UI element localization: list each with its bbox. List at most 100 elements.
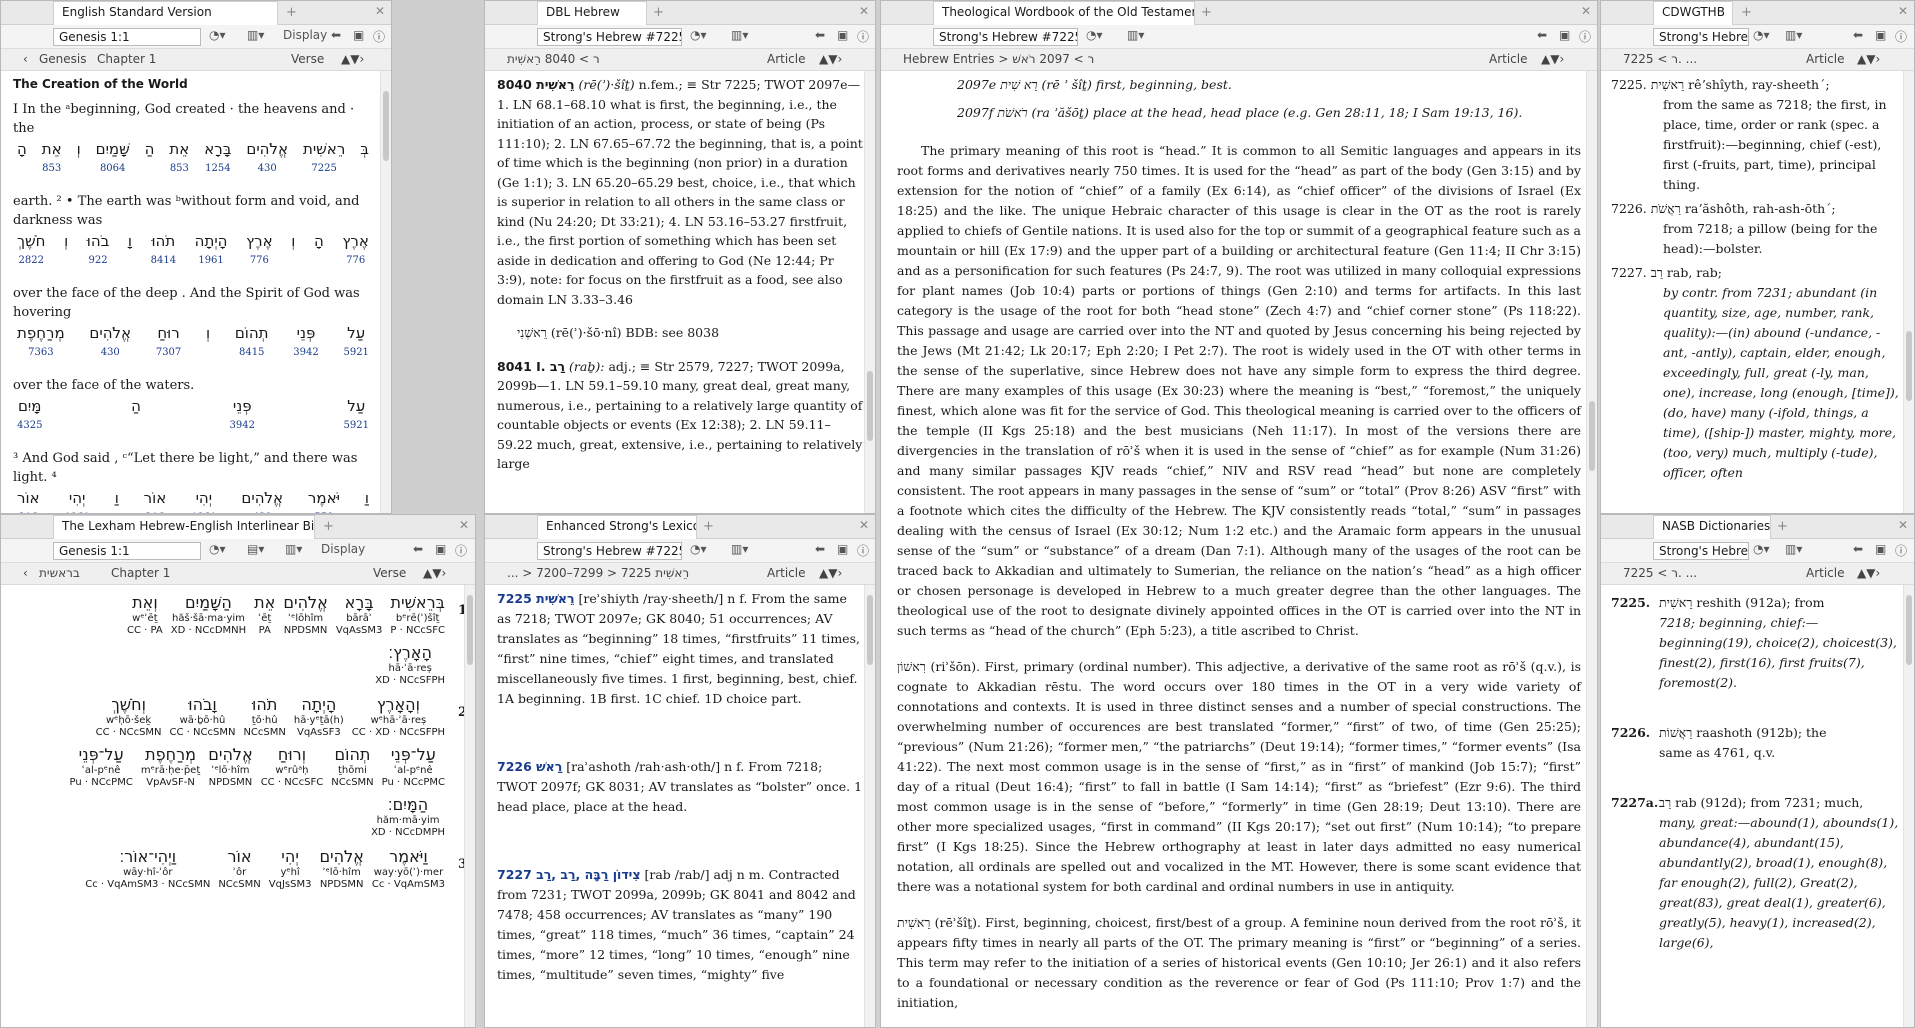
nasb-tab[interactable]: NASB Dictionaries <box>1653 515 1771 539</box>
interlinear-word[interactable]: וְחֹשֶׁךְ wᵉḥō·šeḵ CC · NCcSMN <box>96 695 162 739</box>
nav-mode[interactable]: Article <box>1489 52 1528 66</box>
nav-path[interactable]: ר > 8040 רֵאשִׁית <box>507 52 600 66</box>
strongs-number[interactable]: 2822 <box>17 251 45 270</box>
strongs-number[interactable]: 1961 <box>64 508 89 513</box>
interlinear-word[interactable]: אֵת ʾēṯ PA <box>254 593 275 637</box>
scrollbar[interactable] <box>380 71 391 513</box>
scrollbar[interactable] <box>1903 71 1914 513</box>
nasb-reference-input[interactable]: Strong's Hebrew #72 <box>1653 542 1749 560</box>
visual-filters-icon[interactable]: ◔▾ <box>1753 542 1770 556</box>
strongs-number[interactable]: 5921 <box>343 343 368 362</box>
esv-hebrew-word[interactable]: אֱלֹהִים430 <box>89 324 131 362</box>
esv-hebrew-word[interactable]: הָ <box>17 140 27 178</box>
strongs-number[interactable]: 1961 <box>195 251 228 270</box>
close-icon[interactable]: ✕ <box>1581 4 1591 18</box>
add-tab-icon[interactable]: + <box>703 519 714 534</box>
interlinear-word[interactable]: אוֹר ʾôr NCcSMN <box>218 847 260 891</box>
esv-hebrew-word[interactable]: אֱלֹהִים430 <box>241 489 283 513</box>
scrollbar[interactable] <box>1903 585 1914 1027</box>
esv-hebrew-word[interactable]: אֱלֹהִים430 <box>246 140 288 178</box>
info-icon[interactable]: ⓘ <box>1895 28 1907 45</box>
add-tab-icon[interactable]: + <box>1201 5 1212 20</box>
esv-hebrew-word[interactable]: וְ <box>64 232 68 270</box>
esv-hebrew-word[interactable]: יְהִי1961 <box>64 489 89 513</box>
parallel-icon[interactable]: ▥▾ <box>731 28 748 42</box>
nav-arrow-icon[interactable]: ‹ <box>23 566 28 580</box>
panel-menu-icon[interactable]: ▣ <box>1875 542 1886 556</box>
interlinear-word[interactable]: וְרוּחַ wᵉrûᵃḥ CC · NCcSFC <box>261 745 324 789</box>
interlinear-word[interactable]: אֱלֹהִים ʾᵉlōhîm NPDSMN <box>283 593 327 637</box>
esv-hebrew-word[interactable]: אוֹר216 <box>17 489 40 513</box>
add-tab-icon[interactable]: + <box>286 5 297 20</box>
strongs-number[interactable]: 7307 <box>156 343 181 362</box>
interlinear-word[interactable]: אֱלֹהִים ʾᵉlō·hîm NPDSMN <box>208 745 252 789</box>
strongs-number[interactable]: 922 <box>87 251 110 270</box>
interlinear-word[interactable]: יְהִי yᵉhî VqJsSM3 <box>269 847 312 891</box>
info-icon[interactable]: ⓘ <box>373 28 385 45</box>
nav-book[interactable]: Genesis <box>39 52 87 66</box>
panel-menu-icon[interactable]: ▣ <box>435 542 446 556</box>
twot-reference-input[interactable]: Strong's Hebrew #7225 <box>933 28 1078 46</box>
panel-menu-icon[interactable]: ▣ <box>353 28 364 42</box>
strongs-number[interactable]: 216 <box>144 508 167 513</box>
esv-hebrew-word[interactable]: תְהוֹם 8415 <box>235 324 269 362</box>
interlinear-word[interactable]: מְרַחֶפֶת mᵉrā·ḥe·p̄eṯ VpAvSF-N <box>141 745 200 789</box>
esv-hebrew-word[interactable]: שָּׁמַיִם 8064 <box>96 140 130 178</box>
back-icon[interactable]: ⬅ <box>815 542 825 556</box>
nav-book[interactable]: בראשית <box>39 566 80 580</box>
strongs-number[interactable]: 1961 <box>191 508 216 513</box>
esv-hebrew-word[interactable]: יֹּאמֶר559 <box>308 489 340 513</box>
cdw-tab[interactable]: CDWGTHB <box>1653 1 1733 25</box>
scrollbar[interactable] <box>1586 71 1597 1027</box>
nav-chapter[interactable]: Chapter 1 <box>97 52 156 66</box>
strongs-number[interactable]: 430 <box>89 343 131 362</box>
back-icon[interactable]: ⬅ <box>1853 28 1863 42</box>
close-icon[interactable]: ✕ <box>859 518 869 532</box>
esv-hebrew-word[interactable]: וְ <box>206 324 210 362</box>
esl-tab[interactable]: Enhanced Strong's Lexicon <box>537 515 697 539</box>
interlinear-word[interactable]: וָבֹהוּ wā·ḇō·hû CC · NCcSMN <box>170 695 236 739</box>
nav-mode[interactable]: Verse <box>373 566 406 580</box>
esv-hebrew-word[interactable]: בְּ <box>360 140 369 178</box>
lhi-reference-input[interactable]: Genesis 1:1 <box>53 542 201 560</box>
esv-tab[interactable]: English Standard Version <box>53 1 278 25</box>
strongs-number[interactable]: 5921 <box>344 416 369 435</box>
add-tab-icon[interactable]: + <box>1777 519 1788 534</box>
interlinear-word[interactable]: עַל־פְּנֵי ʿal-pᵉnê Pu · NCcPMC <box>69 745 132 789</box>
scrollbar[interactable] <box>864 71 875 513</box>
esv-hebrew-word[interactable]: תֹהוּ 8414 <box>151 232 176 270</box>
dbl-tab[interactable]: DBL Hebrew <box>537 1 647 25</box>
info-icon[interactable]: ⓘ <box>857 542 869 559</box>
esv-hebrew-word[interactable]: מָּיִם 4325 <box>17 397 42 435</box>
back-icon[interactable]: ⬅ <box>413 542 423 556</box>
nav-up-down-icon[interactable]: ▲▼› <box>819 52 842 66</box>
interlinear-word[interactable]: תְהוֹם ṯhōmi NCcSMN <box>331 745 373 789</box>
esv-hebrew-word[interactable]: הַ <box>131 397 141 435</box>
esv-hebrew-word[interactable]: אוֹר216 <box>144 489 167 513</box>
interlinear-word[interactable]: וַיֹּאמֶר way·yō(ʾ)·mer Cc · VqAmSM3 <box>372 847 445 891</box>
inline-icon[interactable]: ▤▾ <box>247 542 264 556</box>
close-icon[interactable]: ✕ <box>1898 4 1908 18</box>
parallel-icon[interactable]: ▥▾ <box>247 28 264 42</box>
visual-filters-icon[interactable]: ◔▾ <box>690 542 707 556</box>
nav-up-down-icon[interactable]: ▲▼› <box>423 566 446 580</box>
visual-filters-icon[interactable]: ◔▾ <box>209 542 226 556</box>
esv-hebrew-word[interactable]: מְרַחֶפֶת 7363 <box>17 324 65 362</box>
back-icon[interactable]: ⬅ <box>331 28 341 42</box>
interlinear-word[interactable]: וְאֵת wᵉʾēṯ CC · PA <box>127 593 163 637</box>
visual-filters-icon[interactable]: ◔▾ <box>690 28 707 42</box>
panel-menu-icon[interactable]: ▣ <box>1559 28 1570 42</box>
esv-hebrew-word[interactable]: פְּנֵי 3942 <box>229 397 254 435</box>
esv-hebrew-word[interactable]: חֹשֶׁךְ 2822 <box>17 232 45 270</box>
parallel-icon[interactable]: ▥▾ <box>1785 542 1802 556</box>
nav-chapter[interactable]: Chapter 1 <box>111 566 170 580</box>
interlinear-word[interactable]: אֱלֹהִים ʾᵉlō·hîm NPDSMN <box>319 847 363 891</box>
dbl-reference-input[interactable]: Strong's Hebrew #7225 <box>537 28 682 46</box>
twot-tab[interactable]: Theological Wordbook of the Old Testamen… <box>933 1 1195 25</box>
esl-reference-input[interactable]: Strong's Hebrew #7225 <box>537 542 682 560</box>
display-button[interactable]: Display <box>283 28 327 42</box>
scrollbar[interactable] <box>864 585 875 1027</box>
nav-up-down-icon[interactable]: ▲▼› <box>1857 566 1880 580</box>
interlinear-word[interactable]: הַשָּׁמַיִם hăš·šā·ma·yim XD · NCcDMNH <box>171 593 246 637</box>
esv-hebrew-word[interactable]: הָיְתָה 1961 <box>195 232 228 270</box>
